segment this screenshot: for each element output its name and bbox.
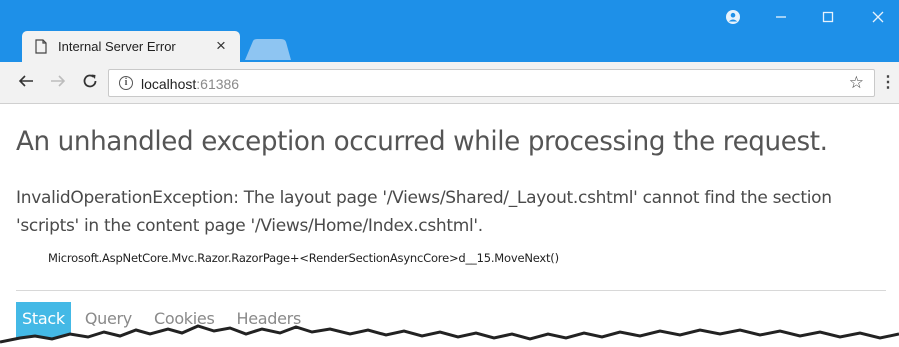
reload-button[interactable] [80,73,100,93]
minimize-button[interactable] [766,6,796,28]
tab-title: Internal Server Error [58,39,176,54]
reload-icon [83,74,97,88]
tab-close-icon[interactable]: × [216,36,226,56]
address-bar[interactable]: i localhost:61386 ☆ [108,69,875,97]
close-window-button[interactable] [863,6,893,28]
profile-icon[interactable] [718,6,748,28]
url-host: localhost [141,76,197,92]
error-heading: An unhandled exception occurred while pr… [16,126,828,157]
maximize-button[interactable] [813,6,843,28]
divider [16,290,886,291]
forward-arrow-icon [51,75,66,87]
browser-toolbar: i localhost:61386 ☆ ⋮ [0,62,899,104]
url-text: localhost:61386 [141,76,239,92]
forward-button[interactable] [48,73,68,93]
exception-message: InvalidOperationException: The layout pa… [16,188,832,236]
exception-location: Microsoft.AspNetCore.Mvc.Razor.RazorPage… [48,251,559,265]
menu-icon[interactable]: ⋮ [880,73,896,93]
url-port: :61386 [196,76,240,92]
browser-tab[interactable]: Internal Server Error × [22,31,240,62]
torn-edge [0,324,899,347]
browser-title-bar: Internal Server Error × [0,0,899,62]
back-button[interactable] [16,73,36,93]
document-icon [35,39,47,54]
new-tab-button[interactable] [245,39,291,60]
info-icon[interactable]: i [119,76,133,90]
page-content: An unhandled exception occurred while pr… [0,104,899,347]
star-icon[interactable]: ☆ [849,73,864,93]
back-arrow-icon [18,75,33,87]
